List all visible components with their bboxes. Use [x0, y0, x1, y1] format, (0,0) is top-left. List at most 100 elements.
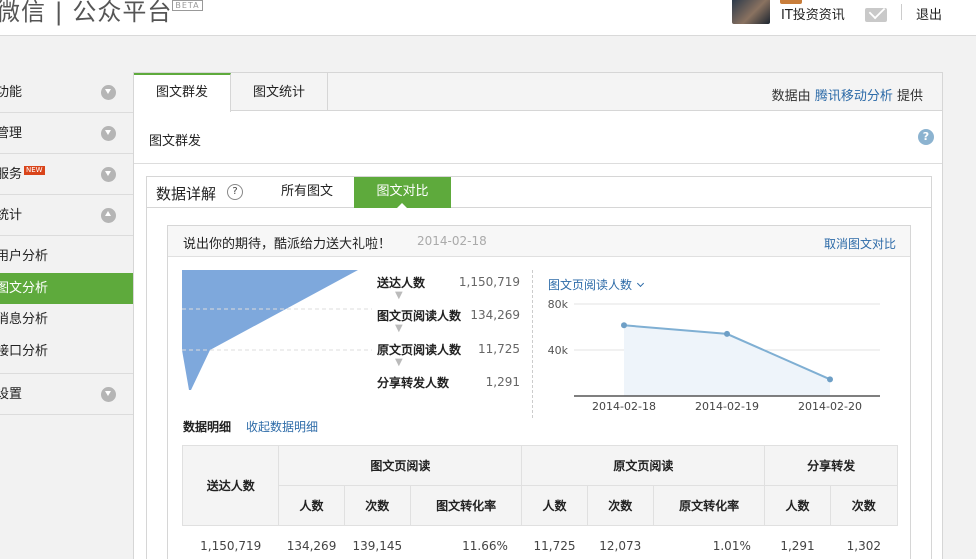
- sidebar-item-services[interactable]: 服务 NEW: [0, 154, 134, 195]
- x-tick-label: 2014-02-20: [798, 400, 862, 413]
- col-header-times: 次数: [586, 485, 654, 526]
- mail-icon[interactable]: [865, 8, 887, 22]
- metric-selector[interactable]: 图文页阅读人数: [548, 276, 645, 293]
- new-badge: NEW: [24, 166, 45, 175]
- sidebar-item-statistics[interactable]: 统计: [0, 195, 134, 236]
- funnel-label: 送达人数: [377, 276, 426, 290]
- beta-badge: BETA: [172, 0, 203, 11]
- detail-title: 数据详解: [156, 185, 217, 203]
- data-point: [827, 376, 833, 383]
- sidebar-item-label: 设置: [0, 387, 23, 402]
- funnel-chart-divider: [532, 270, 533, 418]
- chevron-down-icon[interactable]: [101, 85, 116, 100]
- provider-suffix: 提供: [896, 89, 923, 104]
- col-header-people: 人数: [764, 485, 831, 526]
- funnel-value: 134,269: [470, 308, 520, 322]
- user-name[interactable]: IT投资资讯: [781, 4, 845, 23]
- col-group-share: 分享转发: [764, 445, 898, 486]
- chevron-down-icon[interactable]: [101, 387, 116, 402]
- sidebar-item-article-analysis[interactable]: 图文分析: [0, 272, 134, 304]
- col-header-original-rate: 原文转化率: [652, 485, 766, 526]
- collapse-breakdown-link[interactable]: 收起数据明细: [246, 418, 318, 435]
- col-header-people: 人数: [521, 485, 588, 526]
- breakdown-title: 数据明细: [183, 420, 232, 434]
- breakdown-table: 送达人数 图文页阅读 原文页阅读 分享转发 人数 次数 图文转化率 人数 次数 …: [181, 445, 899, 559]
- tab-article-compare[interactable]: 图文对比: [354, 177, 451, 209]
- logout-link[interactable]: 退出: [916, 4, 942, 23]
- funnel-value: 1,150,719: [458, 275, 520, 289]
- question-icon[interactable]: ?: [227, 184, 243, 200]
- sidebar-item-user-analysis[interactable]: 用户分析: [0, 241, 134, 273]
- main-panel: 图文群发 图文统计 数据由 腾讯移动分析 提供 图文群发 ? 数据详解 ? 所有…: [133, 72, 943, 559]
- funnel-label: 分享转发人数: [377, 376, 450, 390]
- data-point: [724, 330, 730, 337]
- data-point: [621, 322, 627, 329]
- table-cell: 139,145: [352, 538, 403, 553]
- page-title: 图文群发: [149, 134, 202, 149]
- sidebar-item-label: 管理: [0, 126, 23, 141]
- logo-text: 微信 | 公众平台: [0, 0, 173, 26]
- chevron-down-icon[interactable]: [101, 167, 116, 182]
- detail-tabs: 数据详解 ? 所有图文 图文对比: [147, 177, 931, 209]
- funnel-value: 1,291: [485, 375, 520, 389]
- table-cell: 12,073: [599, 538, 642, 553]
- col-group-original-read: 原文页阅读: [521, 445, 766, 486]
- top-bar: 微信 | 公众平台 BETA IT投资资讯 退出: [0, 0, 976, 36]
- article-date: 2014-02-18: [417, 234, 487, 248]
- sidebar-item-label: 统计: [0, 208, 23, 223]
- col-header-times: 次数: [343, 485, 411, 526]
- y-tick-label: 40k: [548, 344, 569, 357]
- avatar[interactable]: [732, 0, 802, 24]
- metric-selector-label: 图文页阅读人数: [548, 278, 633, 292]
- sidebar-item-label: 服务: [0, 167, 23, 182]
- sidebar-item-label: 功能: [0, 85, 23, 100]
- table-row: 1,150,719 134,269 139,145 11.66% 11,725 …: [183, 526, 898, 559]
- col-header-delivered: 送达人数: [181, 445, 280, 526]
- article-title: 说出你的期待，酷派给力送大礼啦！: [183, 237, 392, 252]
- col-header-people: 人数: [278, 485, 345, 526]
- data-detail-box: 数据详解 ? 所有图文 图文对比 说出你的期待，酷派给力送大礼啦！ 2014-0…: [146, 176, 932, 559]
- sidebar-item-management[interactable]: 管理: [0, 113, 134, 154]
- table-cell: 11.66%: [462, 538, 508, 553]
- funnel-value: 11,725: [478, 342, 520, 356]
- table-cell: 134,269: [286, 538, 337, 553]
- table-cell: 1,302: [846, 538, 881, 553]
- funnel-shape: [182, 270, 358, 390]
- tab-article-stats[interactable]: 图文统计: [231, 73, 328, 111]
- arrow-down-icon: ▼: [395, 290, 403, 301]
- col-header-article-rate: 图文转化率: [409, 485, 523, 526]
- table-cell: 1,291: [780, 538, 815, 553]
- table-cell: 11,725: [533, 538, 576, 553]
- tab-all-articles[interactable]: 所有图文: [259, 177, 355, 207]
- provider-prefix: 数据由: [771, 89, 811, 104]
- sidebar: 功能 管理 服务 NEW 统计 用户分析 图文分析 消息分析 接口分析 设置: [0, 72, 134, 415]
- trend-chart: 80k 40k 2014-02-18 2014-02-19 2014-02-20: [548, 298, 880, 413]
- sidebar-item-api-analysis[interactable]: 接口分析: [0, 336, 134, 368]
- col-group-article-read: 图文页阅读: [278, 445, 523, 486]
- section-header: 图文群发 ?: [134, 111, 942, 164]
- tab-mass-send[interactable]: 图文群发: [134, 73, 231, 112]
- arrow-down-icon: ▼: [395, 323, 403, 334]
- chevron-up-icon[interactable]: [101, 208, 116, 223]
- x-tick-label: 2014-02-19: [695, 400, 759, 413]
- main-tabs: 图文群发 图文统计 数据由 腾讯移动分析 提供: [134, 73, 942, 112]
- table-cell: 1,150,719: [200, 538, 262, 553]
- header-divider: [901, 4, 902, 20]
- x-tick-label: 2014-02-18: [592, 400, 656, 413]
- sidebar-item-features[interactable]: 功能: [0, 72, 134, 113]
- chevron-down-icon: [636, 279, 645, 288]
- arrow-down-icon: ▼: [395, 357, 403, 368]
- help-icon[interactable]: ?: [918, 129, 934, 145]
- wechat-logo[interactable]: 微信 | 公众平台 BETA: [0, 0, 203, 27]
- article-card: 说出你的期待，酷派给力送大礼啦！ 2014-02-18 取消图文对比 送达人数 …: [167, 225, 911, 559]
- sidebar-item-settings[interactable]: 设置: [0, 374, 134, 415]
- col-header-times: 次数: [829, 485, 899, 526]
- data-provider: 数据由 腾讯移动分析 提供: [772, 85, 923, 104]
- y-tick-label: 80k: [548, 298, 569, 311]
- chevron-down-icon[interactable]: [101, 126, 116, 141]
- article-header: 说出你的期待，酷派给力送大礼啦！ 2014-02-18 取消图文对比: [168, 226, 910, 257]
- cancel-compare-link[interactable]: 取消图文对比: [824, 235, 896, 252]
- sidebar-item-message-analysis[interactable]: 消息分析: [0, 304, 134, 336]
- table-cell: 1.01%: [712, 538, 751, 553]
- provider-link[interactable]: 腾讯移动分析: [815, 89, 893, 104]
